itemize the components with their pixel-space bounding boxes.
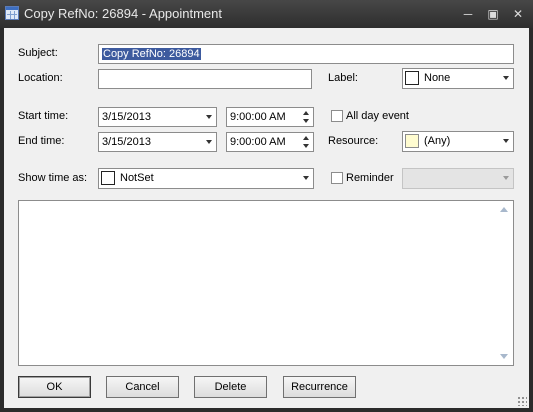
chevron-down-icon xyxy=(503,176,509,180)
chevron-down-icon xyxy=(503,76,509,80)
start-date-dropdown[interactable]: 3/15/2013 xyxy=(98,107,217,127)
scroll-down-icon[interactable] xyxy=(500,354,508,359)
spin-buttons-icon[interactable] xyxy=(302,109,311,125)
location-label: Location: xyxy=(18,72,63,84)
subject-input[interactable]: Copy RefNo: 26894 xyxy=(98,44,514,64)
scroll-up-icon[interactable] xyxy=(500,207,508,212)
reminder-dropdown[interactable] xyxy=(402,168,514,189)
resource-value: (Any) xyxy=(424,135,451,147)
label-label: Label: xyxy=(328,72,358,84)
location-input[interactable] xyxy=(98,69,312,89)
calendar-icon xyxy=(5,6,19,20)
window-title: Copy RefNo: 26894 - Appointment xyxy=(24,6,223,21)
show-time-as-label: Show time as: xyxy=(18,172,88,184)
end-time-label: End time: xyxy=(18,135,65,147)
cancel-button[interactable]: Cancel xyxy=(106,376,179,398)
show-time-as-value: NotSet xyxy=(120,172,154,184)
ok-button[interactable]: OK xyxy=(18,376,91,398)
label-dropdown[interactable]: None xyxy=(402,68,514,89)
chevron-down-icon xyxy=(503,139,509,143)
reminder-checkbox[interactable] xyxy=(331,172,343,184)
resize-grip-icon[interactable] xyxy=(517,396,527,406)
start-time-value: 9:00:00 AM xyxy=(230,111,286,123)
maximize-icon[interactable]: ▣ xyxy=(486,7,500,21)
all-day-label: All day event xyxy=(346,110,409,122)
show-time-as-dropdown[interactable]: NotSet xyxy=(98,168,314,189)
spin-buttons-icon[interactable] xyxy=(302,134,311,150)
chevron-down-icon xyxy=(206,140,212,144)
form-area: Subject: Copy RefNo: 26894 Location: Lab… xyxy=(4,28,529,408)
chevron-down-icon xyxy=(303,176,309,180)
vertical-scrollbar[interactable] xyxy=(496,201,513,365)
start-time-label: Start time: xyxy=(18,110,69,122)
subject-label: Subject: xyxy=(18,47,58,59)
close-icon[interactable]: ✕ xyxy=(511,7,525,21)
end-time-value: 9:00:00 AM xyxy=(230,136,286,148)
subject-value: Copy RefNo: 26894 xyxy=(102,48,201,60)
end-date-dropdown[interactable]: 3/15/2013 xyxy=(98,132,217,152)
resource-label: Resource: xyxy=(328,135,379,147)
end-date-value: 3/15/2013 xyxy=(102,136,151,148)
chevron-down-icon xyxy=(206,115,212,119)
start-date-value: 3/15/2013 xyxy=(102,111,151,123)
label-value: None xyxy=(424,72,451,84)
reminder-label: Reminder xyxy=(346,172,394,184)
resource-color-swatch xyxy=(405,134,419,148)
title-bar[interactable]: Copy RefNo: 26894 - Appointment ─ ▣ ✕ xyxy=(0,0,533,28)
recurrence-button[interactable]: Recurrence xyxy=(283,376,356,398)
delete-button[interactable]: Delete xyxy=(194,376,267,398)
all-day-checkbox[interactable] xyxy=(331,110,343,122)
resource-dropdown[interactable]: (Any) xyxy=(402,131,514,152)
start-time-spinner[interactable]: 9:00:00 AM xyxy=(226,107,314,127)
end-time-spinner[interactable]: 9:00:00 AM xyxy=(226,132,314,152)
description-textarea[interactable] xyxy=(18,200,514,366)
appointment-window: Copy RefNo: 26894 - Appointment ─ ▣ ✕ Su… xyxy=(0,0,533,412)
show-time-color-swatch xyxy=(101,171,115,185)
label-color-swatch xyxy=(405,71,419,85)
minimize-icon[interactable]: ─ xyxy=(461,7,475,21)
